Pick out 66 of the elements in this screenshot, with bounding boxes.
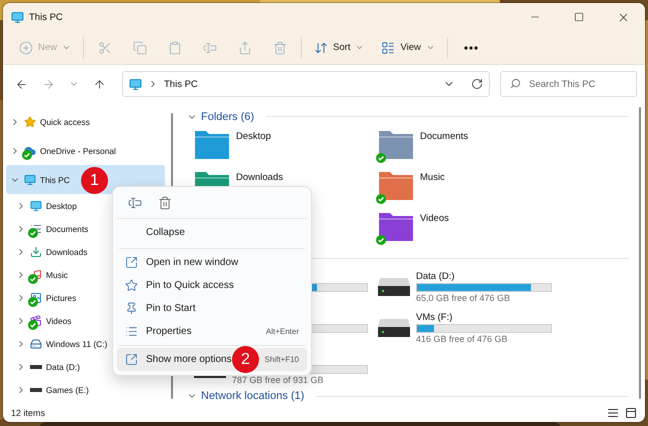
sidebar-item[interactable]: Quick access	[6, 107, 165, 136]
back-arrow-icon	[15, 78, 28, 90]
maximize-icon	[574, 12, 584, 22]
rename-icon	[203, 40, 218, 54]
menu-item[interactable]: Pin to Start	[117, 297, 307, 320]
search-icon	[510, 78, 521, 89]
address-field[interactable]: This PC	[122, 71, 490, 97]
drive-icon	[378, 278, 410, 296]
folder-item[interactable]: Music	[378, 170, 562, 212]
menu-item[interactable]: Pin to Quick access	[117, 274, 307, 297]
menu-item[interactable]: Open in new window	[117, 251, 307, 274]
menu-item[interactable]: Collapse	[117, 219, 307, 246]
monitor-icon	[129, 78, 142, 90]
open-window-icon	[125, 256, 138, 269]
desktop-icon	[30, 200, 42, 212]
trash-icon	[158, 196, 172, 210]
paste-icon	[168, 40, 182, 54]
item-count: 12 items	[11, 408, 46, 418]
sidebar-item[interactable]: OneDrive - Personal	[6, 136, 165, 165]
monitor-icon	[24, 174, 36, 186]
drive-icon	[30, 388, 42, 392]
pin-icon	[125, 302, 138, 315]
view-icon	[381, 40, 396, 54]
free-space-text: 787 GB free of 931 GB	[232, 375, 325, 386]
more-options-icon	[125, 353, 138, 366]
copy-icon	[133, 40, 148, 54]
forward-arrow-icon	[42, 78, 55, 90]
drive-name[interactable]: Data (D:)	[416, 270, 552, 282]
search-field[interactable]: Search This PC	[500, 71, 637, 97]
address-text: This PC	[164, 78, 199, 90]
drive-icon	[378, 319, 410, 338]
monitor-icon	[11, 10, 24, 24]
star-icon	[125, 279, 138, 292]
more-icon	[464, 46, 478, 50]
refresh-icon[interactable]	[471, 78, 483, 90]
folder-item[interactable]: Videos	[378, 211, 562, 252]
share-icon	[238, 40, 252, 54]
cut-icon	[98, 40, 112, 54]
section-title[interactable]: Network locations (1)	[201, 390, 304, 402]
rename-icon	[128, 196, 142, 210]
video-icon	[30, 314, 42, 326]
tiles-view-icon[interactable]	[625, 406, 637, 418]
star-icon	[24, 116, 36, 128]
up-arrow-icon	[93, 78, 106, 90]
view-button[interactable]: View	[373, 34, 443, 60]
image-icon	[30, 292, 42, 304]
caret-icon	[426, 43, 435, 52]
sort-button[interactable]: Sort	[306, 34, 372, 60]
folder-item[interactable]: Desktop	[194, 129, 378, 170]
section-title[interactable]: Folders (6)	[201, 110, 254, 123]
download-icon	[30, 246, 42, 258]
folder-item[interactable]: Documents	[378, 129, 562, 170]
sidebar-item[interactable]: Games (E:)	[6, 378, 165, 401]
new-icon	[19, 40, 33, 54]
window-title: This PC	[29, 12, 63, 22]
sort-icon	[314, 40, 328, 54]
details-view-icon[interactable]	[607, 406, 619, 418]
caret-icon	[355, 43, 364, 52]
free-space-text: 416 GB free of 476 GB	[416, 334, 509, 344]
caret-icon	[62, 43, 72, 52]
menu-item[interactable]: Properties Alt+Enter	[117, 320, 307, 343]
drive-icon	[30, 338, 42, 350]
delete-icon	[273, 40, 288, 54]
drive-icon	[30, 364, 42, 368]
free-space-text: 65,0 GB free of 476 GB	[416, 293, 512, 304]
drive-name[interactable]: VMs (F:)	[416, 312, 552, 323]
